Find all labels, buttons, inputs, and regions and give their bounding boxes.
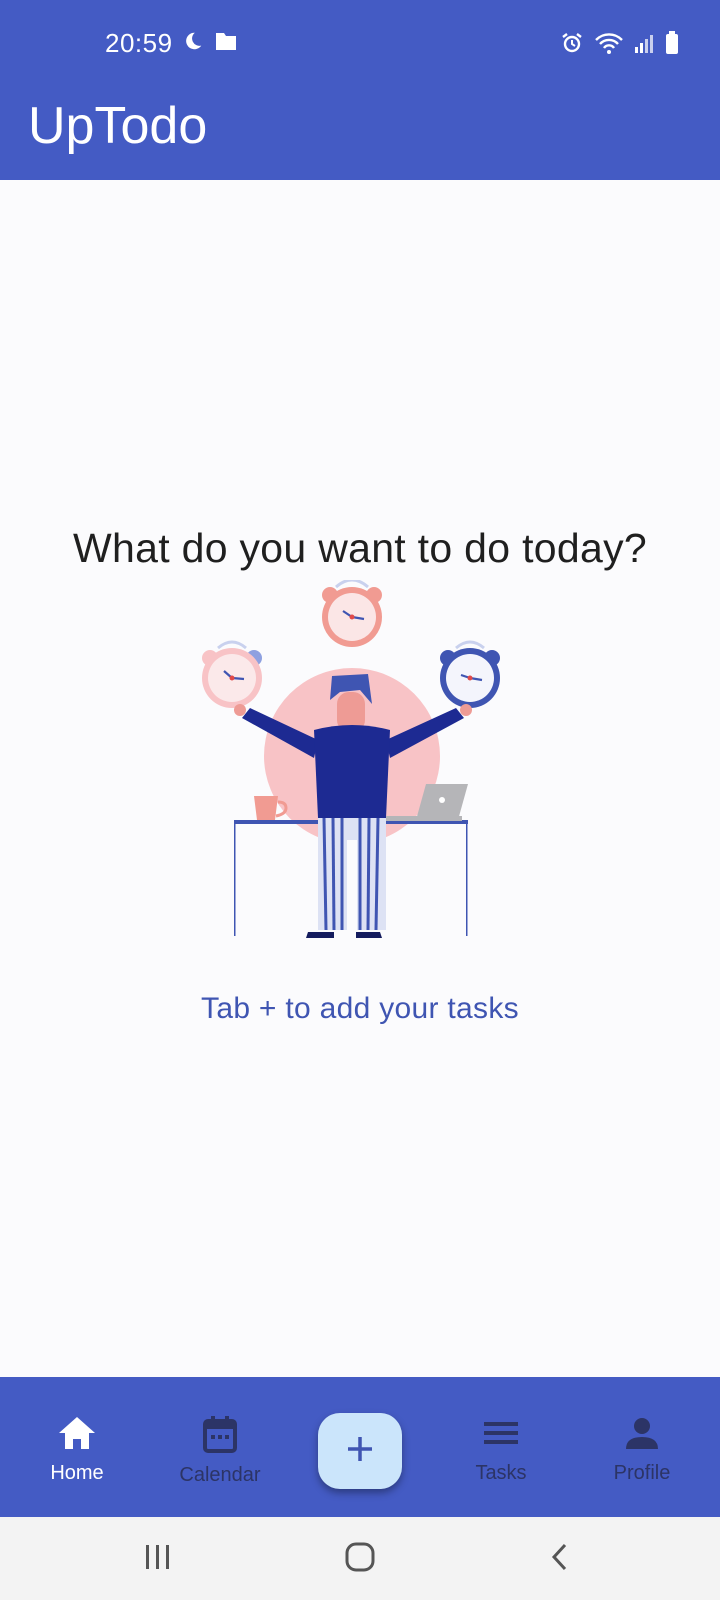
signal-icon: [634, 32, 654, 59]
nav-home[interactable]: Home: [7, 1415, 147, 1485]
nav-calendar-label: Calendar: [179, 1464, 261, 1486]
battery-icon: [664, 30, 680, 61]
folder-icon: [214, 30, 238, 57]
system-navigation-bar: [0, 1517, 720, 1600]
nav-profile-label: Profile: [613, 1462, 671, 1484]
nav-profile[interactable]: Profile: [572, 1415, 712, 1485]
add-task-fab[interactable]: [318, 1413, 402, 1489]
home-circle-icon[interactable]: [342, 1539, 378, 1580]
app-title: UpTodo: [28, 97, 208, 155]
back-icon[interactable]: [548, 1539, 572, 1580]
home-icon: [57, 1417, 97, 1455]
recents-icon[interactable]: [143, 1539, 173, 1580]
plus-icon: [345, 1434, 375, 1469]
nav-calendar[interactable]: Calendar: [150, 1415, 290, 1487]
calendar-icon: [202, 1416, 238, 1457]
empty-state-headline: What do you want to do today?: [73, 525, 647, 571]
person-juggling-clocks-illustration: [202, 580, 500, 938]
nav-tasks-label: Tasks: [475, 1462, 527, 1484]
nav-tasks[interactable]: Tasks: [431, 1415, 571, 1485]
person-icon: [624, 1418, 660, 1455]
app-bar: UpTodo: [0, 88, 720, 180]
menu-icon: [482, 1422, 520, 1455]
main-content: What do you want to do today? Tab + to a…: [0, 180, 720, 1377]
empty-state-hint: Tab + to add your tasks: [201, 992, 519, 1025]
bottom-navigation: Home Calendar Tasks Profile: [0, 1377, 720, 1517]
status-time: 20:59: [105, 28, 173, 58]
status-bar: 20:59: [0, 0, 720, 88]
alarm-icon: [560, 31, 584, 60]
moon-icon: [182, 30, 204, 57]
wifi-icon: [594, 31, 624, 60]
nav-home-label: Home: [50, 1462, 104, 1484]
